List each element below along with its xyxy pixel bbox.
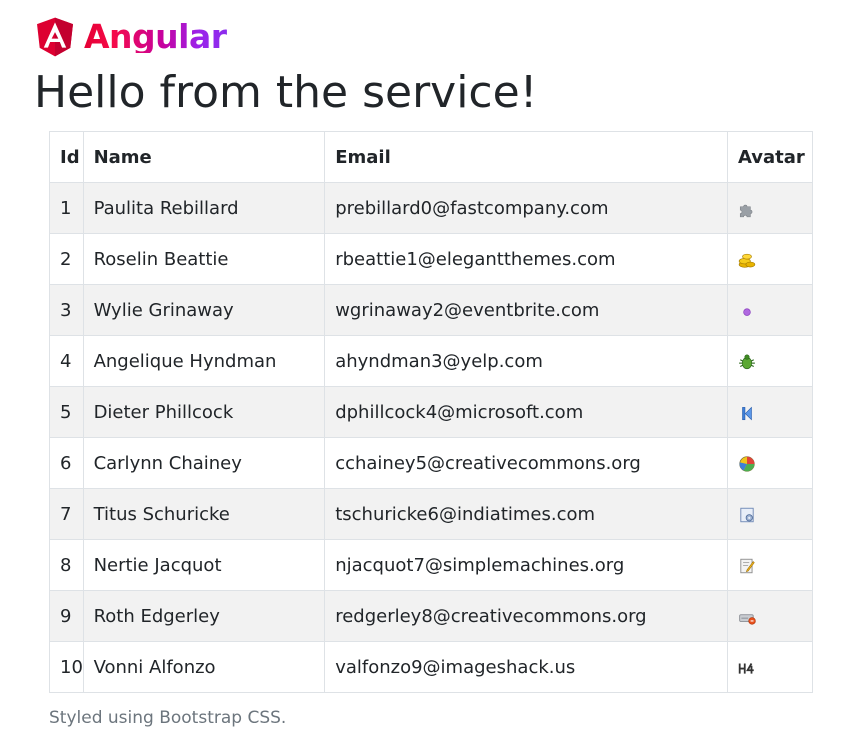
- cell-id: 7: [49, 488, 84, 540]
- cell-id: 8: [49, 539, 84, 591]
- cell-avatar: [726, 386, 814, 438]
- cell-name: Paulita Rebillard: [82, 182, 326, 234]
- cell-name: Roselin Beattie: [82, 233, 326, 285]
- cell-name: Wylie Grinaway: [82, 284, 326, 336]
- cell-email: valfonzo9@imageshack.us: [324, 641, 728, 693]
- cell-email: cchainey5@creativecommons.org: [324, 437, 728, 489]
- table-row: 4 Angelique Hyndman ahyndman3@yelp.com: [49, 335, 814, 387]
- cell-id: 4: [49, 335, 84, 387]
- cell-email: wgrinaway2@eventbrite.com: [324, 284, 728, 336]
- cell-name: Dieter Phillcock: [82, 386, 326, 438]
- header-avatar: Avatar: [726, 131, 814, 183]
- drive-error-icon: [739, 613, 756, 625]
- cell-avatar: [726, 437, 814, 489]
- puzzle-piece-icon: [739, 204, 753, 217]
- cell-id: 9: [49, 590, 84, 642]
- cell-name: Vonni Alfonzo: [82, 641, 326, 693]
- header-name: Name: [82, 131, 326, 183]
- users-table: Id Name Email Avatar 1 Paulita Rebillard…: [49, 131, 814, 693]
- brand-name: Angular: [84, 16, 227, 56]
- table-row: 6 Carlynn Chainey cchainey5@creativecomm…: [49, 437, 814, 489]
- cell-avatar: [726, 335, 814, 387]
- heading-h4-icon: [738, 662, 754, 674]
- table-row: 1 Paulita Rebillard prebillard0@fastcomp…: [49, 182, 814, 234]
- purple-dot-icon: [743, 307, 751, 316]
- cell-id: 1: [49, 182, 84, 234]
- cell-id: 2: [49, 233, 84, 285]
- cell-avatar: [726, 182, 814, 234]
- cell-avatar: [726, 233, 814, 285]
- table-row: 2 Roselin Beattie rbeattie1@eleganttheme…: [49, 233, 814, 285]
- cell-name: Nertie Jacquot: [82, 539, 326, 591]
- table-row: 9 Roth Edgerley redgerley8@creativecommo…: [49, 590, 814, 642]
- cell-name: Roth Edgerley: [82, 590, 326, 642]
- table-row: 3 Wylie Grinaway wgrinaway2@eventbrite.c…: [49, 284, 814, 336]
- cell-email: tschuricke6@indiatimes.com: [324, 488, 728, 540]
- cell-id: 5: [49, 386, 84, 438]
- page-title: Hello from the service!: [34, 67, 538, 118]
- cell-name: Carlynn Chainey: [82, 437, 326, 489]
- skip-back-icon: [742, 406, 752, 420]
- brand-header: Angular: [34, 16, 227, 58]
- page-edit-icon: [740, 558, 755, 573]
- cell-email: rbeattie1@elegantthemes.com: [324, 233, 728, 285]
- bug-icon: [739, 353, 755, 369]
- cell-avatar: [726, 488, 814, 540]
- table-row: 7 Titus Schuricke tschuricke6@indiatimes…: [49, 488, 814, 540]
- footer-note: Styled using Bootstrap CSS.: [49, 708, 287, 728]
- table-row: 10 Vonni Alfonzo valfonzo9@imageshack.us: [49, 641, 814, 693]
- page-gear-icon: [740, 507, 754, 522]
- cell-email: njacquot7@simplemachines.org: [324, 539, 728, 591]
- cell-name: Titus Schuricke: [82, 488, 326, 540]
- cell-name: Angelique Hyndman: [82, 335, 326, 387]
- coins-icon: [738, 253, 756, 268]
- table-row: 8 Nertie Jacquot njacquot7@simplemachine…: [49, 539, 814, 591]
- table-row: 5 Dieter Phillcock dphillcock4@microsoft…: [49, 386, 814, 438]
- cell-avatar: [726, 284, 814, 336]
- angular-logo-icon: [37, 17, 73, 57]
- cell-id: 3: [49, 284, 84, 336]
- cell-id: 10: [49, 641, 84, 693]
- cell-email: prebillard0@fastcompany.com: [324, 182, 728, 234]
- table-header-row: Id Name Email Avatar: [49, 131, 814, 183]
- pie-chart-icon: [739, 455, 755, 472]
- cell-id: 6: [49, 437, 84, 489]
- cell-email: redgerley8@creativecommons.org: [324, 590, 728, 642]
- page: Angular Hello from the service! Id Name …: [0, 0, 864, 745]
- cell-avatar: [726, 539, 814, 591]
- cell-email: dphillcock4@microsoft.com: [324, 386, 728, 438]
- header-id: Id: [49, 131, 84, 183]
- cell-avatar: [726, 641, 814, 693]
- cell-avatar: [726, 590, 814, 642]
- cell-email: ahyndman3@yelp.com: [324, 335, 728, 387]
- header-email: Email: [324, 131, 728, 183]
